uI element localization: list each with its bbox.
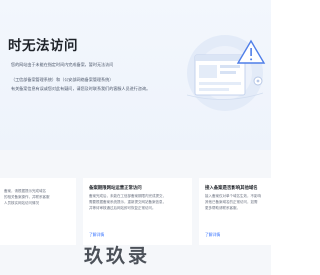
card-2-text-line1: 备案完成后，未能在工信部备案期限内完成提交， [89,194,166,198]
card-1-text-line3: 人员核实网站访问情况 [4,201,39,205]
card-1-text-line1: 备案，请根据提示完成域名 [4,189,46,193]
hero-description-line1: 您的网站由于未能在指定时间内完成备案，暂时无法访问 [11,62,114,67]
card-3-text-line2: 其他已备案域名的正常访问，如需 [205,200,258,204]
card-3-text-line1: 接入备案仅对单个域名生效，不影响 [205,194,261,198]
blocked-website-illustration [186,35,266,111]
card-1-text-line2: 的相关备案操作，并联系客服 [4,195,50,199]
card-2-text-line2: 需要根据备案系统提示，重新提交网站备案信息， [89,200,166,204]
card-2-title: 备案期限网站运营正常访问 [89,186,142,191]
watermark-text: 玖玖录 [84,245,151,267]
info-card-2: 备案期限网站运营正常访问 备案完成后，未能在工信部备案期限内完成提交， 需要根据… [83,178,192,245]
card-3-details-link[interactable]: 了解详情 [205,232,220,238]
card-2-details-link[interactable]: 了解详情 [89,232,104,238]
card-3-title: 接入备案是否影响其他域名 [205,186,258,191]
page-title: 时无法访问 [8,38,78,54]
hero-description-line2: （工信部备案管理系统）和（公安部网络备案管理系统） [11,77,114,82]
hero-description-line3: 有关备案信息有误或您对此有疑问，请您及时联系我们的客服人员进行咨询。 [11,86,151,91]
card-2-text-line3: 并等待审核通过后网站即可恢复正常访问。 [89,206,156,210]
card-3-text-line3: 更多帮助请联系客服。 [205,206,240,210]
info-card-3: 接入备案是否影响其他域名 接入备案仅对单个域名生效，不影响 其他已备案域名的正常… [199,178,277,245]
info-card-1: 备案，请根据提示完成域名 的相关备案操作，并联系客服 人员核实网站访问情况 [0,178,76,245]
